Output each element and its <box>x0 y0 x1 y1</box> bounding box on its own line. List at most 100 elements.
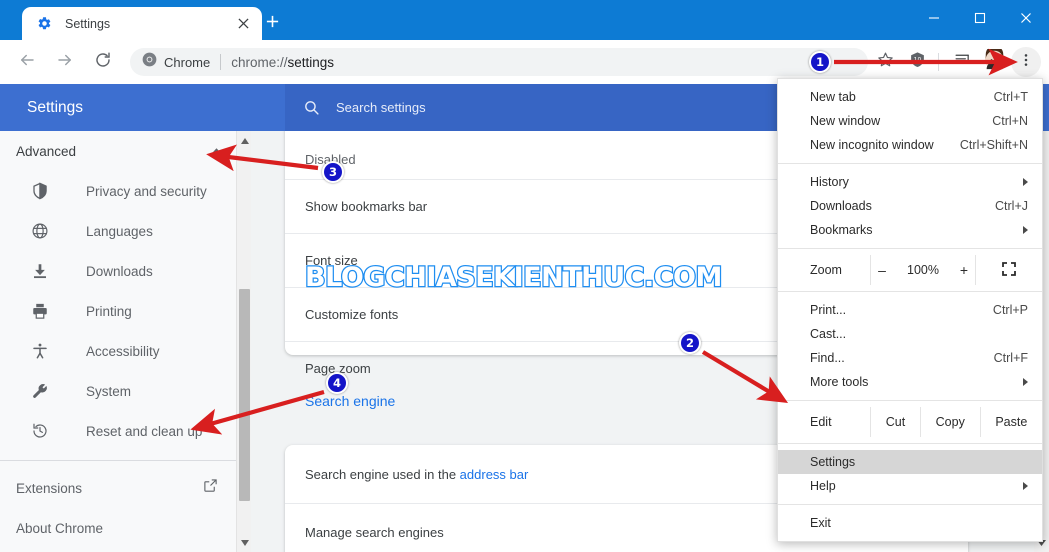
search-input[interactable]: Search settings <box>336 100 426 115</box>
menu-item-label: Bookmarks <box>810 223 873 237</box>
profile-button[interactable] <box>979 45 1009 77</box>
chrome-menu-button[interactable] <box>1011 47 1041 77</box>
sidebar-item-label: Extensions <box>16 480 83 496</box>
minimize-button[interactable] <box>911 0 957 40</box>
sidebar-item-languages[interactable]: Languages <box>0 211 236 251</box>
forward-button[interactable] <box>50 47 80 77</box>
sidebar-item-system[interactable]: System <box>0 371 236 411</box>
copy-button[interactable]: Copy <box>919 407 980 437</box>
tab-title-label: Settings <box>65 16 111 31</box>
menu-item-shortcut: Ctrl+P <box>992 303 1028 317</box>
restore-clock-icon <box>30 421 50 441</box>
menu-item-settings[interactable]: Settings <box>778 450 1042 474</box>
menu-item-label: Downloads <box>810 199 872 213</box>
menu-separator <box>778 504 1042 505</box>
cut-button[interactable]: Cut <box>870 407 920 437</box>
search-icon <box>303 99 320 116</box>
section-heading-search-engine: Search engine <box>305 393 396 409</box>
menu-separator <box>778 163 1042 164</box>
avatar-icon <box>984 45 1005 75</box>
sidebar-item-label: Languages <box>86 223 153 239</box>
menu-item-print[interactable]: Print... Ctrl+P <box>778 298 1042 322</box>
sidebar-item-label: Downloads <box>86 263 153 279</box>
menu-item-label: History <box>810 175 849 189</box>
sidebar-item-label: Accessibility <box>86 343 160 359</box>
fullscreen-icon <box>1002 261 1016 279</box>
sidebar-section-advanced[interactable]: Advanced <box>0 131 236 171</box>
url-scheme: chrome:// <box>231 54 288 70</box>
sidebar-item-about-chrome[interactable]: About Chrome <box>0 508 236 548</box>
menu-item-label: Settings <box>810 455 856 469</box>
menu-item-label: Exit <box>810 516 831 530</box>
fullscreen-button[interactable] <box>976 261 1042 279</box>
sidebar-item-extensions[interactable]: Extensions <box>0 468 236 508</box>
gear-icon <box>36 16 52 32</box>
minimize-icon <box>928 11 940 29</box>
sidebar-item-privacy-and-security[interactable]: Privacy and security <box>0 171 236 211</box>
advanced-label: Advanced <box>16 143 77 159</box>
menu-edit-row: Edit Cut Copy Paste <box>778 407 1042 437</box>
chevron-up-icon[interactable] <box>211 142 222 160</box>
sidebar-scrollbar[interactable] <box>236 131 251 552</box>
extension-shield-icon: 10 <box>909 51 926 73</box>
address-bar[interactable]: Chrome chrome://settings <box>130 48 868 76</box>
url-text: chrome://settings <box>231 55 334 70</box>
bookmark-button[interactable] <box>870 47 900 77</box>
triangle-up-icon[interactable] <box>237 133 252 148</box>
menu-item-cast[interactable]: Cast... <box>778 322 1042 346</box>
submenu-arrow-icon <box>1023 378 1028 386</box>
zoom-level-value: 100% <box>907 263 939 277</box>
back-button[interactable] <box>12 47 42 77</box>
address-bar-link[interactable]: address bar <box>460 467 529 482</box>
close-button[interactable] <box>1003 0 1049 40</box>
submenu-arrow-icon <box>1023 226 1028 234</box>
row-label-prefix: Search engine used in the <box>305 466 460 482</box>
arrow-right-icon <box>56 51 74 74</box>
menu-item-shortcut: Ctrl+Shift+N <box>959 138 1028 152</box>
extension-button[interactable]: 10 <box>902 47 932 77</box>
reading-list-icon <box>954 51 971 73</box>
reload-button[interactable] <box>88 47 118 77</box>
menu-item-new-incognito-window[interactable]: New incognito window Ctrl+Shift+N <box>778 133 1042 157</box>
menu-separator <box>778 291 1042 292</box>
triangle-down-icon[interactable] <box>237 535 252 550</box>
arrow-left-icon <box>18 51 36 74</box>
zoom-label: Zoom <box>810 263 842 277</box>
browser-tab-settings[interactable]: Settings <box>22 7 262 40</box>
site-identity-label: Chrome <box>164 54 211 70</box>
sidebar-item-reset-and-clean-up[interactable]: Reset and clean up <box>0 411 236 451</box>
menu-item-label: Cast... <box>810 327 847 341</box>
row-label: Page zoom <box>305 361 371 376</box>
menu-item-exit[interactable]: Exit <box>778 511 1042 535</box>
site-identity-chip[interactable]: Chrome <box>142 52 210 72</box>
menu-item-new-window[interactable]: New window Ctrl+N <box>778 109 1042 133</box>
row-label: Search engine used in the address bar <box>305 467 858 482</box>
menu-separator <box>778 248 1042 249</box>
zoom-out-button[interactable]: – <box>875 262 889 278</box>
menu-item-new-tab[interactable]: New tab Ctrl+T <box>778 85 1042 109</box>
menu-item-label: New window <box>810 114 881 128</box>
sidebar-item-label: Reset and clean up <box>86 423 203 439</box>
sidebar-item-downloads[interactable]: Downloads <box>0 251 236 291</box>
sidebar-scrollbar-thumb[interactable] <box>239 289 250 501</box>
close-icon[interactable] <box>230 11 256 37</box>
menu-item-more-tools[interactable]: More tools <box>778 370 1042 394</box>
new-tab-button[interactable] <box>258 10 286 38</box>
chrome-main-menu: New tab Ctrl+T New window Ctrl+N New inc… <box>777 78 1043 542</box>
accessibility-icon <box>30 341 50 361</box>
sidebar-item-accessibility[interactable]: Accessibility <box>0 331 236 371</box>
menu-item-help[interactable]: Help <box>778 474 1042 498</box>
menu-item-downloads[interactable]: Downloads Ctrl+J <box>778 194 1042 218</box>
reading-list-button[interactable] <box>947 47 977 77</box>
star-icon <box>877 51 894 73</box>
zoom-in-button[interactable]: + <box>957 262 971 278</box>
menu-item-bookmarks[interactable]: Bookmarks <box>778 218 1042 242</box>
menu-item-history[interactable]: History <box>778 170 1042 194</box>
annotation-badge-4: 4 <box>326 372 348 394</box>
paste-button[interactable]: Paste <box>979 407 1042 437</box>
url-path: settings <box>287 54 335 70</box>
maximize-button[interactable] <box>957 0 1003 40</box>
maximize-icon <box>974 11 986 29</box>
menu-item-find[interactable]: Find... Ctrl+F <box>778 346 1042 370</box>
sidebar-item-printing[interactable]: Printing <box>0 291 236 331</box>
